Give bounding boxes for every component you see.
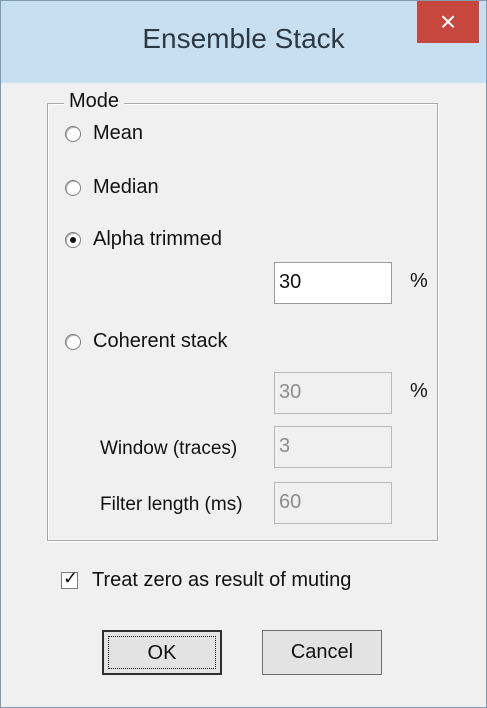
mode-median-label: Median	[93, 176, 159, 198]
mode-alpha-trimmed-option[interactable]: Alpha trimmed	[65, 228, 222, 251]
mode-coherent-stack-option[interactable]: Coherent stack	[65, 330, 228, 353]
focus-ring	[108, 636, 216, 669]
radio-empty-icon	[65, 179, 81, 196]
mode-coherent-stack-label: Coherent stack	[93, 330, 228, 352]
filter-length-label: Filter length (ms)	[100, 494, 243, 515]
window-traces-label: Window (traces)	[100, 438, 238, 459]
alpha-trimmed-percent-input[interactable]: 30	[274, 262, 392, 304]
filter-length-input[interactable]: 60	[274, 482, 392, 524]
coherent-percent-input[interactable]: 30	[274, 372, 392, 414]
mode-group-label: Mode	[64, 90, 125, 113]
radio-selected-icon	[65, 231, 81, 248]
treat-zero-label: Treat zero as result of muting	[92, 569, 352, 591]
radio-empty-icon	[65, 125, 81, 142]
dialog-content: Mode Mean Median Alpha trimmed 30 % Cohe…	[7, 83, 480, 701]
dialog-title: Ensemble Stack	[142, 23, 345, 54]
coherent-percent-label: %	[410, 380, 428, 402]
mode-mean-label: Mean	[93, 122, 144, 144]
mode-group: Mode Mean Median Alpha trimmed 30 % Cohe…	[47, 90, 438, 541]
radio-dot-icon	[70, 236, 76, 243]
title-bar: Ensemble Stack ×	[1, 1, 486, 83]
checkmark-icon: ✓	[63, 568, 79, 588]
mode-mean-option[interactable]: Mean	[65, 122, 143, 145]
cancel-button-label: Cancel	[290, 641, 354, 663]
close-icon: ×	[439, 6, 457, 37]
radio-empty-icon	[65, 333, 81, 350]
close-button[interactable]: ×	[417, 1, 479, 43]
mode-alpha-trimmed-label: Alpha trimmed	[93, 228, 222, 250]
ok-button[interactable]: OK	[102, 630, 222, 675]
mode-median-option[interactable]: Median	[65, 176, 159, 199]
treat-zero-checkbox-row[interactable]: ✓ Treat zero as result of muting	[61, 568, 352, 592]
cancel-button[interactable]: Cancel	[262, 630, 382, 675]
alpha-percent-label: %	[410, 270, 428, 292]
window-traces-input[interactable]: 3	[274, 426, 392, 468]
checkbox[interactable]: ✓	[61, 568, 78, 589]
ensemble-stack-dialog: Ensemble Stack × Mode Mean Median Alpha …	[0, 0, 487, 708]
